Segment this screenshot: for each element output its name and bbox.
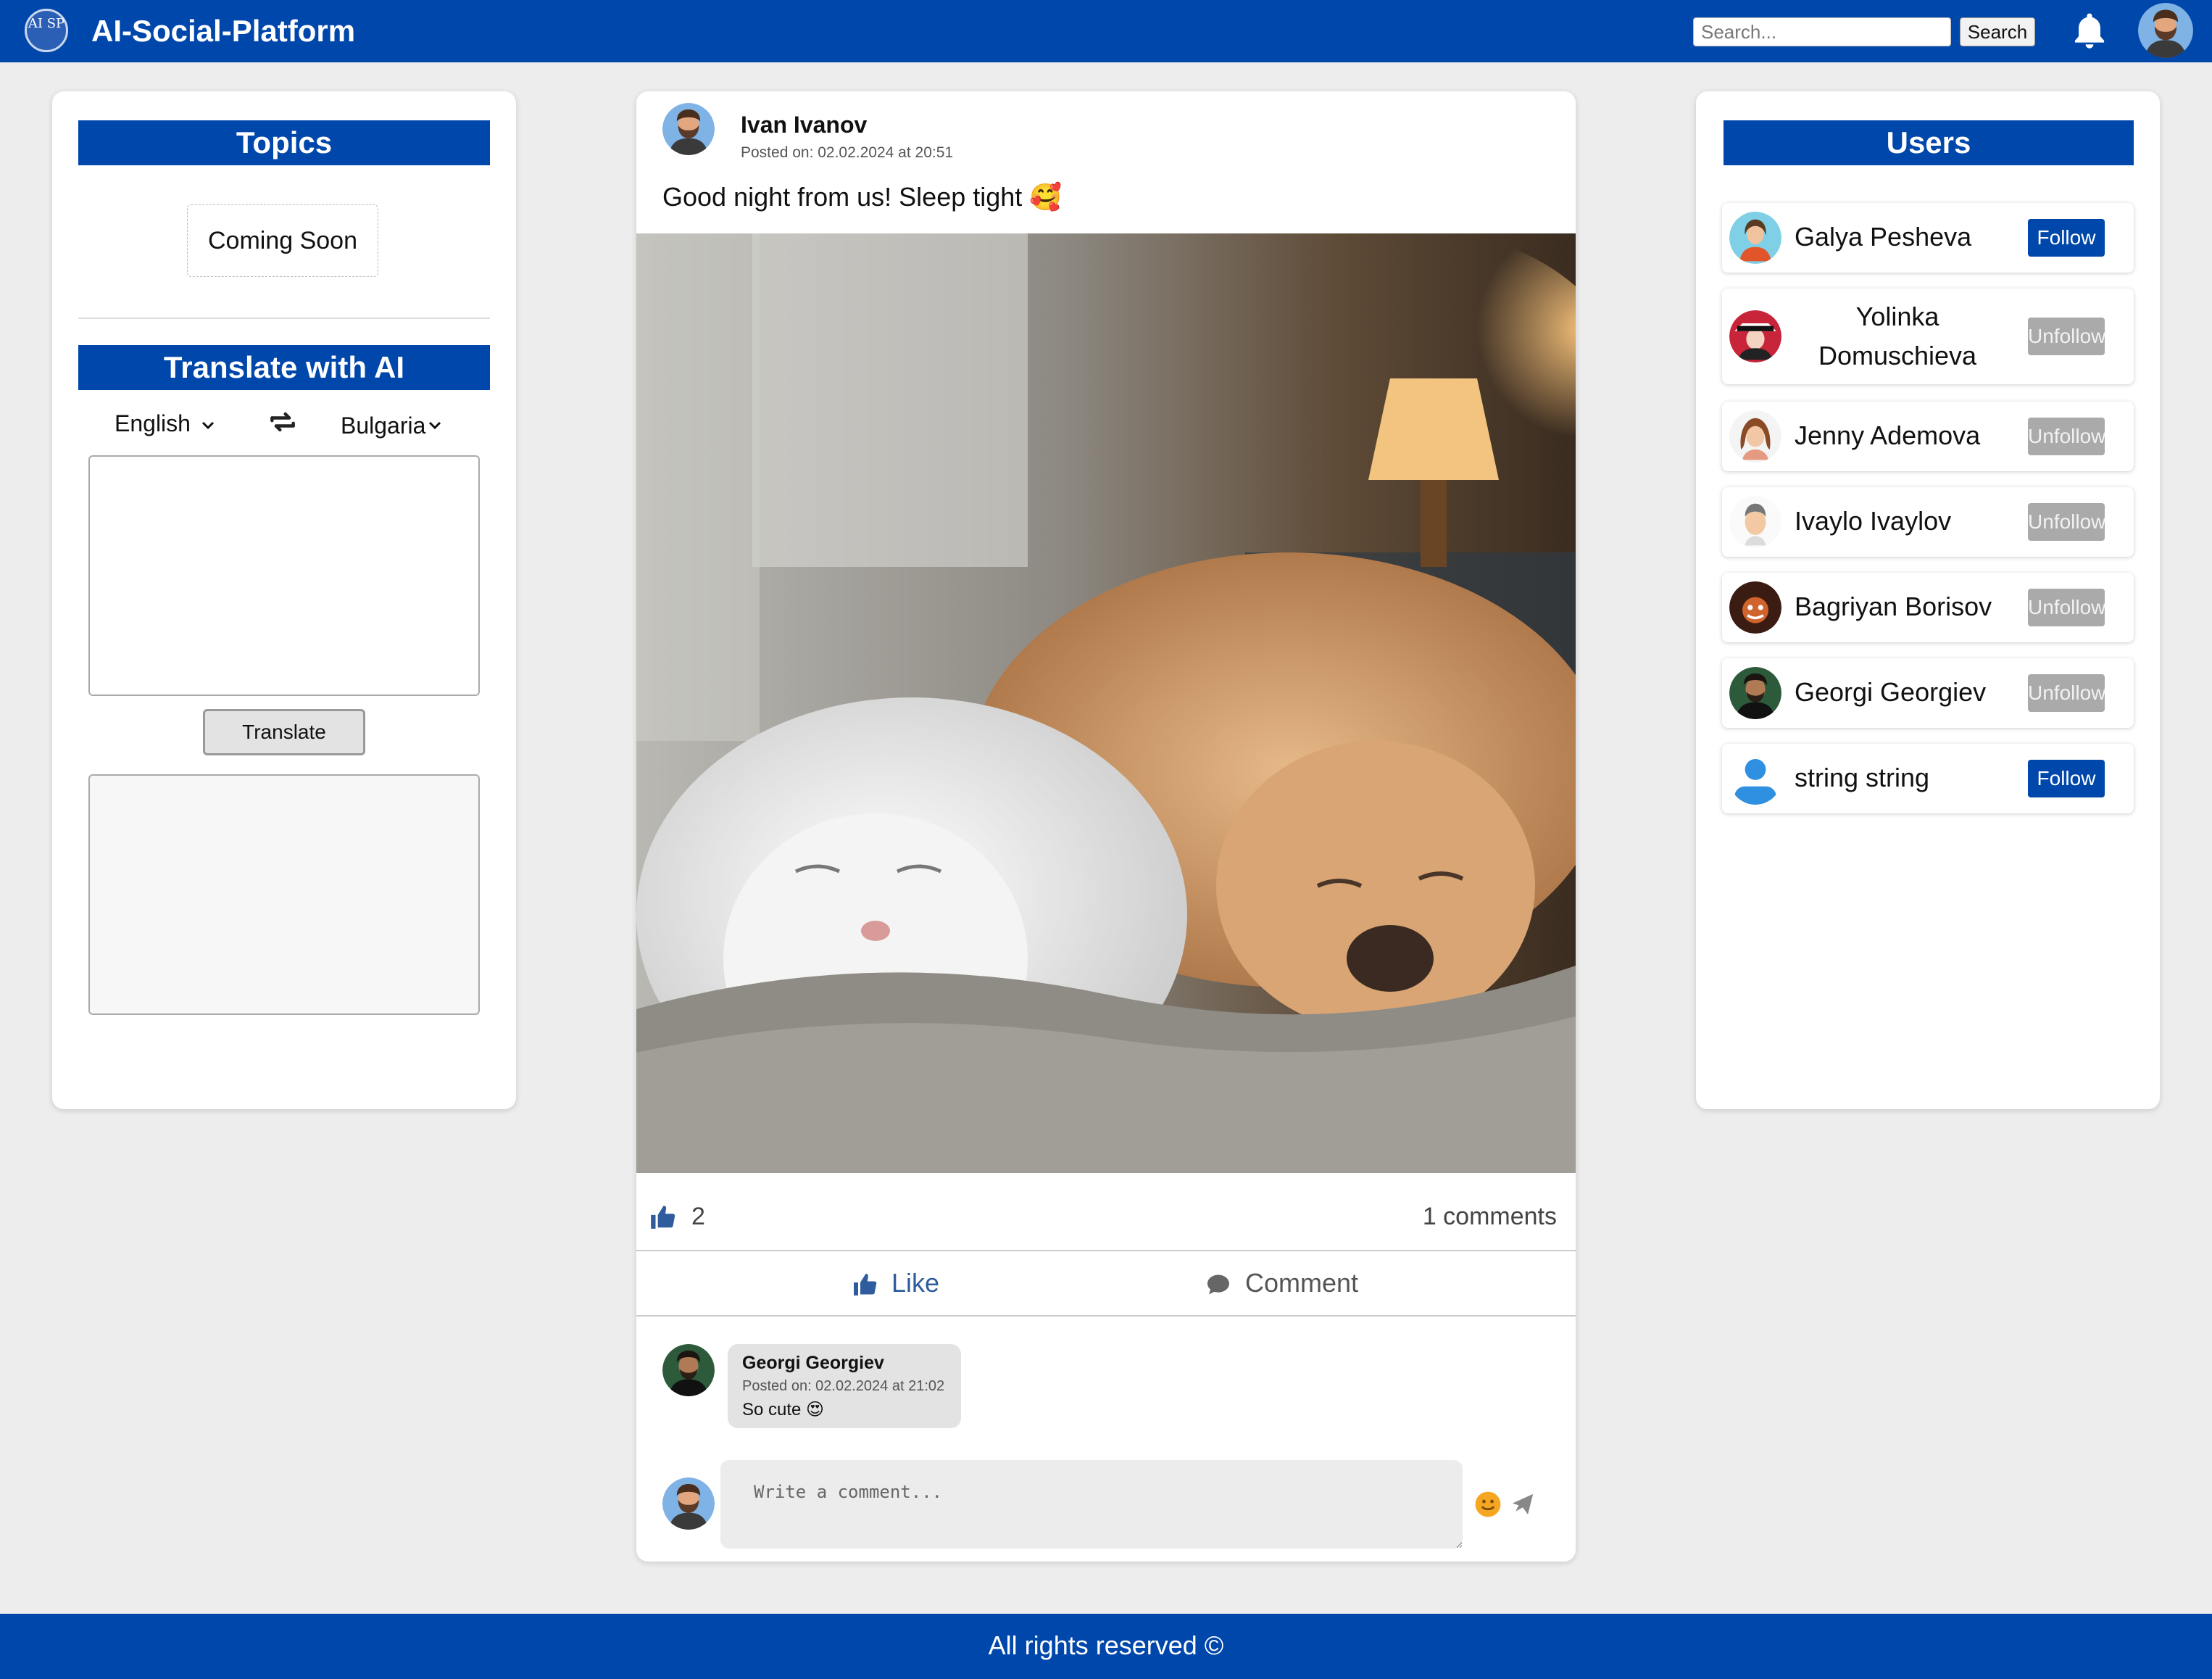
user-avatar (1729, 310, 1781, 362)
unfollow-button[interactable]: Unfollow (2028, 674, 2105, 712)
user-item[interactable]: Jenny Ademova Unfollow (1722, 402, 2134, 471)
post-image[interactable] (636, 233, 1576, 1173)
target-language-select[interactable]: Bulgarian (341, 407, 449, 441)
search-input[interactable] (1693, 17, 1951, 46)
thumbs-up-icon (651, 1206, 675, 1229)
translate-heading: Translate with AI (78, 345, 490, 390)
user-item[interactable]: Bagriyan Borisov Unfollow (1722, 573, 2134, 642)
user-avatar (1729, 212, 1781, 264)
comment-button[interactable]: Comment (1205, 1267, 1358, 1299)
follow-button[interactable]: Follow (2028, 219, 2105, 257)
user-avatar (1729, 496, 1781, 548)
comment-timestamp: Posted on: 02.02.2024 at 21:02 (742, 1378, 945, 1394)
target-language-value: Bulgarian (341, 412, 426, 439)
user-item[interactable]: Ivaylo Ivaylov Unfollow (1722, 487, 2134, 557)
post-author-name[interactable]: Ivan Ivanov (741, 112, 867, 138)
user-item[interactable]: string string Follow (1722, 744, 2134, 813)
user-name[interactable]: Bagriyan Borisov (1795, 587, 1992, 626)
like-button[interactable]: Like (851, 1267, 939, 1299)
comment-input[interactable] (720, 1460, 1463, 1549)
user-name[interactable]: Yolinka Domuschieva (1789, 297, 2006, 376)
user-item[interactable]: Galya Pesheva Follow (1722, 203, 2134, 273)
comments-count[interactable]: 1 comments (1423, 1201, 1557, 1232)
thumbs-up-icon (854, 1274, 877, 1296)
user-item[interactable]: Georgi Georgiev Unfollow (1722, 658, 2134, 728)
unfollow-button[interactable]: Unfollow (2028, 318, 2105, 355)
unfollow-button[interactable]: Unfollow (2028, 503, 2105, 541)
comment-text: So cute 😍 (742, 1400, 825, 1419)
top-navbar: AI SP AI-Social-Platform Search (0, 0, 2212, 62)
chevron-down-icon (201, 421, 215, 429)
bell-icon[interactable] (2070, 10, 2109, 52)
topics-heading: Topics (78, 120, 490, 165)
likes-count[interactable]: 2 (691, 1201, 705, 1232)
user-name[interactable]: Galya Pesheva (1795, 217, 1971, 257)
user-avatar (1729, 667, 1781, 719)
swap-languages-icon[interactable] (267, 406, 299, 438)
user-avatar (1729, 581, 1781, 634)
comment-label: Comment (1245, 1268, 1359, 1298)
user-avatar (1729, 753, 1781, 805)
app-logo[interactable]: AI SP (25, 9, 68, 52)
follow-button[interactable]: Follow (2028, 760, 2105, 797)
translate-button[interactable]: Translate (203, 709, 365, 755)
logo-text: AI SP (28, 16, 65, 31)
send-icon[interactable] (1510, 1492, 1535, 1517)
users-sidebar: Users Galya Pesheva Follow Yolinka Domus… (1696, 91, 2160, 1109)
chevron-down-icon (428, 421, 441, 429)
post-text: Good night from us! Sleep tight 🥰 (662, 182, 1063, 212)
app-title[interactable]: AI-Social-Platform (91, 13, 355, 49)
source-language-value: English (115, 410, 191, 436)
post-timestamp: Posted on: 02.02.2024 at 20:51 (741, 144, 954, 161)
post-author-avatar[interactable] (662, 103, 715, 155)
translation-output-area (88, 774, 480, 1015)
comment-author-name[interactable]: Georgi Georgiev (742, 1351, 947, 1375)
post-card: Ivan Ivanov Posted on: 02.02.2024 at 20:… (636, 91, 1576, 1562)
user-name[interactable]: Georgi Georgiev (1795, 673, 1986, 712)
comment-author-avatar[interactable] (662, 1344, 715, 1396)
coming-soon-box: Coming Soon (187, 204, 378, 277)
user-name[interactable]: Jenny Ademova (1795, 416, 1980, 455)
like-label: Like (891, 1268, 940, 1298)
speech-bubble-icon (1207, 1274, 1229, 1295)
user-avatar (1729, 410, 1781, 463)
unfollow-button[interactable]: Unfollow (2028, 589, 2105, 626)
source-text-area[interactable] (88, 455, 480, 696)
source-language-select[interactable]: English (115, 407, 215, 439)
divider (78, 318, 490, 319)
post-action-bar: Like Comment (636, 1250, 1576, 1317)
unfollow-button[interactable]: Unfollow (2028, 418, 2105, 455)
left-sidebar: Topics Coming Soon Translate with AI Eng… (52, 91, 516, 1109)
users-heading: Users (1724, 120, 2134, 165)
user-name[interactable]: Ivaylo Ivaylov (1795, 502, 1951, 541)
comment-bubble: Georgi Georgiev Posted on: 02.02.2024 at… (728, 1344, 961, 1428)
footer: All rights reserved © (0, 1614, 2212, 1679)
current-user-avatar (662, 1477, 715, 1530)
footer-text: All rights reserved © (988, 1630, 1224, 1660)
user-name[interactable]: string string (1795, 758, 1929, 797)
profile-avatar[interactable] (2138, 3, 2193, 58)
search-button[interactable]: Search (1960, 17, 2035, 46)
user-item[interactable]: Yolinka Domuschieva Unfollow (1722, 289, 2134, 384)
emoji-icon[interactable] (1474, 1491, 1502, 1518)
